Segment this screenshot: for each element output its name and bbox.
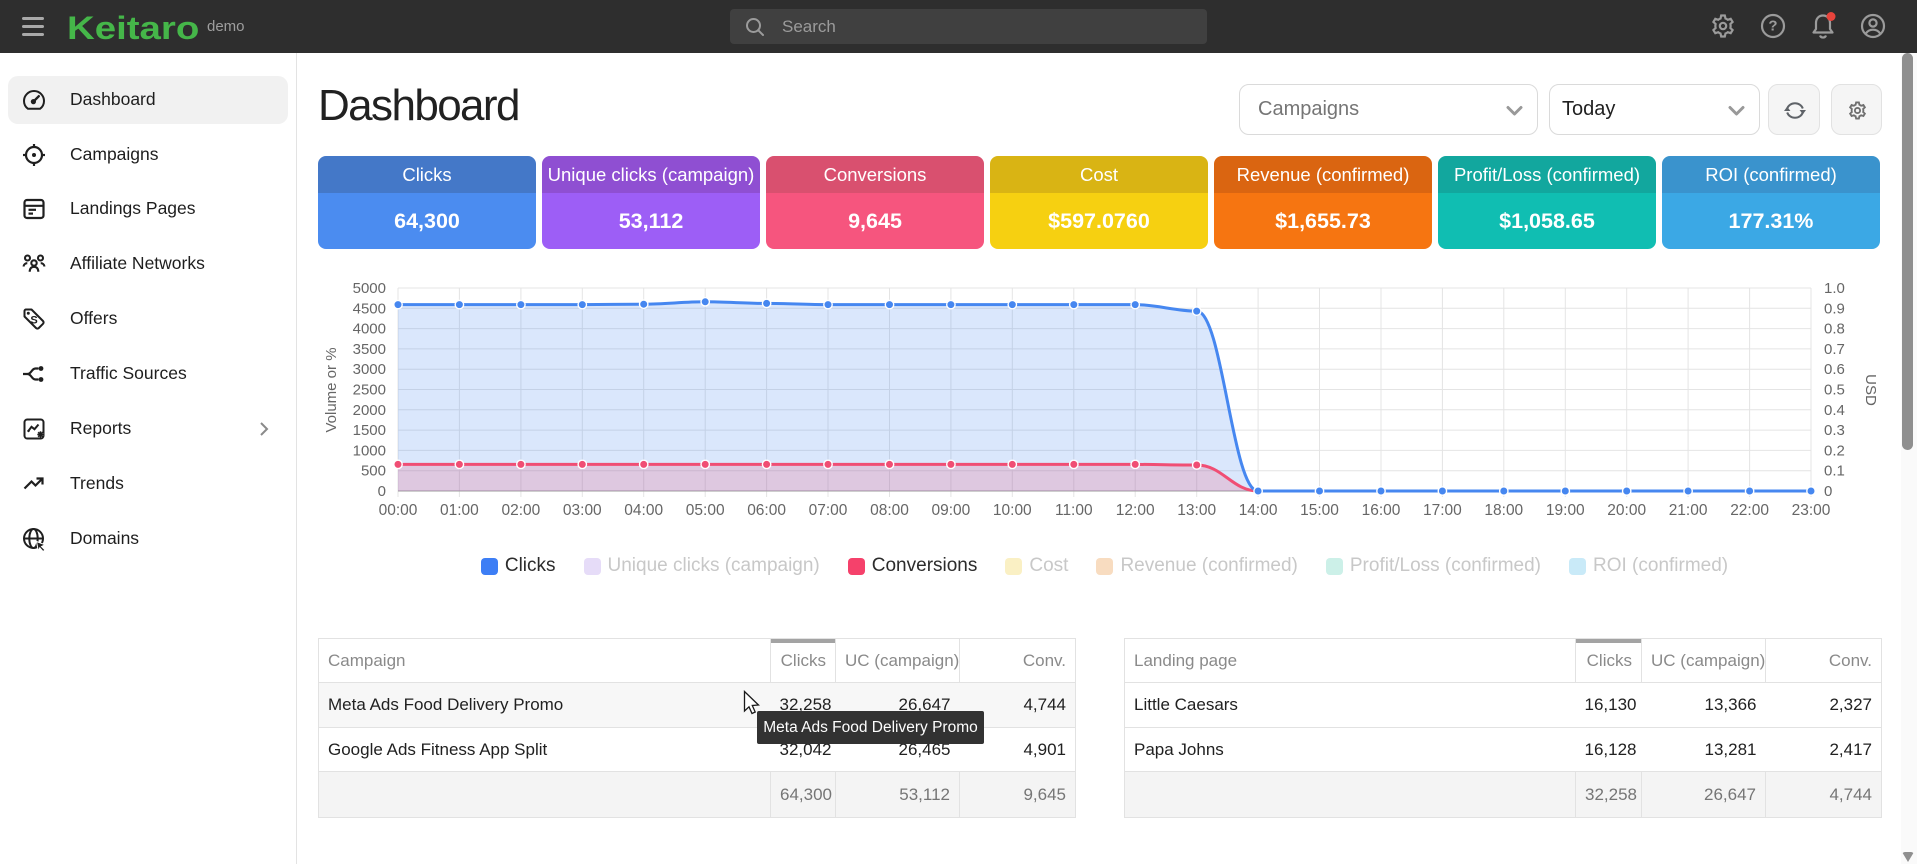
svg-text:19:00: 19:00 [1546, 502, 1585, 519]
svg-text:5000: 5000 [353, 280, 386, 297]
svg-text:22:00: 22:00 [1730, 502, 1769, 519]
svg-text:05:00: 05:00 [686, 502, 725, 519]
svg-text:0.1: 0.1 [1824, 463, 1845, 480]
svg-text:17:00: 17:00 [1423, 502, 1462, 519]
svg-text:16:00: 16:00 [1362, 502, 1401, 519]
svg-text:0.5: 0.5 [1824, 382, 1845, 399]
svg-text:1.0: 1.0 [1824, 280, 1845, 297]
svg-text:4500: 4500 [353, 300, 386, 317]
svg-text:2500: 2500 [353, 382, 386, 399]
svg-text:0.3: 0.3 [1824, 422, 1845, 439]
svg-text:11:00: 11:00 [1055, 502, 1093, 519]
svg-text:07:00: 07:00 [809, 502, 848, 519]
svg-text:01:00: 01:00 [440, 502, 479, 519]
svg-text:0: 0 [378, 483, 386, 500]
svg-text:02:00: 02:00 [502, 502, 541, 519]
svg-text:0.7: 0.7 [1824, 341, 1845, 358]
svg-text:0.6: 0.6 [1824, 361, 1845, 378]
svg-text:14:00: 14:00 [1239, 502, 1278, 519]
svg-text:0.8: 0.8 [1824, 321, 1845, 338]
svg-text:0: 0 [1824, 483, 1832, 500]
svg-text:21:00: 21:00 [1669, 502, 1708, 519]
svg-text:4000: 4000 [353, 321, 386, 338]
svg-text:00:00: 00:00 [379, 502, 418, 519]
svg-text:0.2: 0.2 [1824, 442, 1845, 459]
svg-text:18:00: 18:00 [1484, 502, 1523, 519]
svg-text:Volume or %: Volume or % [323, 347, 340, 432]
svg-text:03:00: 03:00 [563, 502, 602, 519]
svg-text:13:00: 13:00 [1177, 502, 1216, 519]
svg-text:08:00: 08:00 [870, 502, 909, 519]
svg-text:0.4: 0.4 [1824, 402, 1845, 419]
svg-text:500: 500 [361, 463, 386, 480]
svg-text:10:00: 10:00 [993, 502, 1032, 519]
svg-text:2000: 2000 [353, 402, 386, 419]
svg-text:?: ? [1768, 18, 1777, 35]
svg-text:09:00: 09:00 [932, 502, 971, 519]
svg-text:06:00: 06:00 [747, 502, 786, 519]
svg-text:20:00: 20:00 [1607, 502, 1646, 519]
svg-text:0.9: 0.9 [1824, 300, 1845, 317]
svg-text:3500: 3500 [353, 341, 386, 358]
svg-text:3000: 3000 [353, 361, 386, 378]
svg-text:04:00: 04:00 [624, 502, 663, 519]
svg-text:15:00: 15:00 [1300, 502, 1339, 519]
svg-text:S: S [30, 315, 37, 327]
svg-text:1500: 1500 [353, 422, 386, 439]
svg-text:12:00: 12:00 [1116, 502, 1155, 519]
svg-text:USD: USD [1862, 374, 1879, 406]
svg-text:23:00: 23:00 [1792, 502, 1831, 519]
svg-text:1000: 1000 [353, 442, 386, 459]
